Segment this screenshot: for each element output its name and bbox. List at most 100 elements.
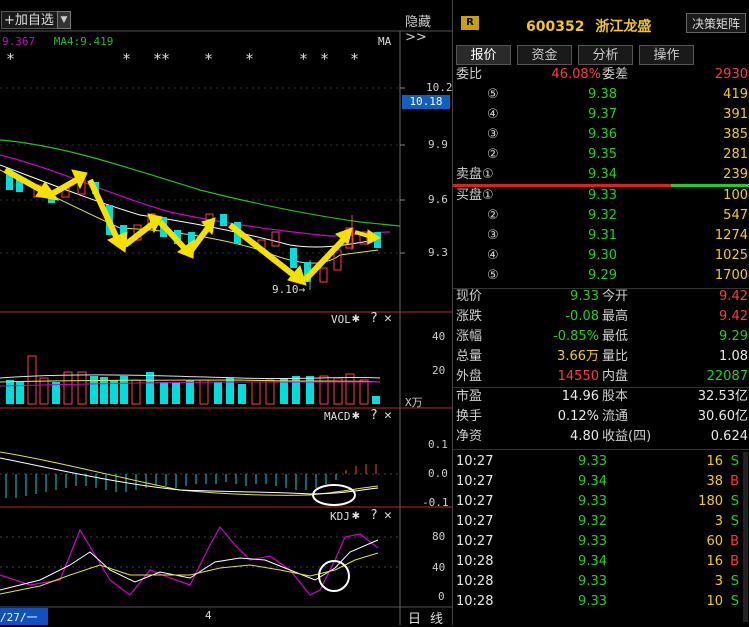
bid-row[interactable]: ② 9.32 547 xyxy=(453,206,749,226)
stat-label: 内盘 xyxy=(602,369,629,384)
order-ratio-row: 委比 46.08% 委差 2930 xyxy=(453,65,749,85)
ask-row[interactable]: ③ 9.36 385 xyxy=(453,125,749,145)
svg-text:*: * xyxy=(122,50,131,68)
price-tick: 9.6 xyxy=(428,193,448,206)
kdj-cross-marker xyxy=(318,560,350,592)
help-icon[interactable]: ? xyxy=(370,408,378,423)
svg-text:*: * xyxy=(204,50,213,68)
trade-side: S xyxy=(730,514,739,529)
bid-row[interactable]: ⑤ 9.29 1700 xyxy=(453,266,749,286)
ask-row[interactable]: ④ 9.37 391 xyxy=(453,105,749,125)
trade-side: B xyxy=(730,474,739,489)
trade-time: 10:28 xyxy=(456,594,494,609)
trade-price: 9.33 xyxy=(578,594,607,609)
close-icon[interactable]: ✕ xyxy=(384,408,392,423)
period-line-button[interactable]: 线 xyxy=(430,608,443,627)
bid-price: 9.29 xyxy=(588,268,617,283)
ask-price: 9.37 xyxy=(588,107,617,122)
stat-label: 现价 xyxy=(456,289,483,304)
price-tick: 9.9 xyxy=(428,138,448,151)
bid-level: 买盘① xyxy=(456,188,494,203)
stat-row: 涨幅 -0.85% 最低 9.29 xyxy=(453,327,749,347)
tab-operation[interactable]: 操作 xyxy=(639,45,694,65)
bid-volume: 100 xyxy=(723,188,748,203)
ask-price: 9.36 xyxy=(588,127,617,142)
ask-row[interactable]: 卖盘① 9.34 239 xyxy=(453,165,749,185)
ask-row[interactable]: ② 9.35 281 xyxy=(453,145,749,165)
trade-side: S xyxy=(730,494,739,509)
gear-icon[interactable]: ✱ xyxy=(352,408,360,423)
close-icon[interactable]: ✕ xyxy=(384,508,392,523)
bid-row[interactable]: ④ 9.30 1025 xyxy=(453,246,749,266)
trade-row: 10:28 9.34 16 B xyxy=(453,552,749,572)
fund-label: 收益(四) xyxy=(602,429,652,444)
trade-volume: 16 xyxy=(706,454,723,469)
period-day-button[interactable]: 日 xyxy=(408,608,421,627)
tab-quote[interactable]: 报价 xyxy=(456,45,511,65)
stat-value: 1.08 xyxy=(719,349,748,364)
ask-price: 9.38 xyxy=(588,87,617,102)
trade-row: 10:27 9.32 3 S xyxy=(453,512,749,532)
diff-value: 2930 xyxy=(714,67,748,82)
trade-row: 10:28 9.33 10 S xyxy=(453,592,749,612)
tab-analysis[interactable]: 分析 xyxy=(578,45,633,65)
kdj-title: KDJ xyxy=(330,510,350,523)
ratio-value: 46.08% xyxy=(551,67,601,82)
trade-time: 10:28 xyxy=(456,574,494,589)
help-icon[interactable]: ? xyxy=(370,311,378,326)
fund-label: 流通 xyxy=(602,409,629,424)
help-icon[interactable]: ? xyxy=(370,508,378,523)
trade-side: S xyxy=(730,594,739,609)
kline-chart-area[interactable]: +加自选 ▼ 隐藏>> * * * * * * * * * 9.367 MA4:… xyxy=(0,0,453,627)
bid-row[interactable]: ③ 9.31 1274 xyxy=(453,226,749,246)
low-price-label: 9.10→ xyxy=(272,283,306,296)
trade-price: 9.33 xyxy=(578,454,607,469)
trade-volume: 38 xyxy=(706,474,723,489)
trade-side: S xyxy=(730,574,739,589)
current-price-tag: 10.18 xyxy=(402,95,450,109)
ma-legend: 9.367 MA4:9.419 xyxy=(2,35,113,48)
diff-label: 委差 xyxy=(602,67,629,82)
trade-time: 10:27 xyxy=(456,534,494,549)
stat-label: 最高 xyxy=(602,309,629,324)
macd-tick: -0.1 xyxy=(422,496,449,509)
fund-label: 股本 xyxy=(602,389,629,404)
bid-price: 9.30 xyxy=(588,248,617,263)
fund-label: 市盈 xyxy=(456,389,483,404)
cursor-date: /27/一 xyxy=(0,611,38,624)
svg-text:*: * xyxy=(350,50,359,68)
bid-level: ② xyxy=(487,208,499,223)
r-badge: R xyxy=(461,16,479,30)
stat-value: 3.66万 xyxy=(557,349,599,364)
bid-price: 9.31 xyxy=(588,228,617,243)
bid-volume: 1274 xyxy=(714,228,748,243)
trade-time: 10:28 xyxy=(456,554,494,569)
trade-side: B xyxy=(730,534,739,549)
gear-icon[interactable]: ✱ xyxy=(352,508,360,523)
svg-text:*: * xyxy=(299,50,308,68)
trade-price: 9.33 xyxy=(578,534,607,549)
ask-row[interactable]: ⑤ 9.38 419 xyxy=(453,85,749,105)
trade-price: 9.33 xyxy=(578,574,607,589)
ask-level: 卖盘① xyxy=(456,167,494,182)
ask-level: ② xyxy=(487,147,499,162)
gear-icon[interactable]: ✱ xyxy=(352,311,360,326)
stat-value: 9.42 xyxy=(719,309,748,324)
bid-row[interactable]: 买盘① 9.33 100 xyxy=(453,186,749,206)
bid-level: ③ xyxy=(487,228,499,243)
decision-matrix-button[interactable]: 决策矩阵 xyxy=(686,13,746,33)
bid-level: ④ xyxy=(487,248,499,263)
fund-value: 14.96 xyxy=(561,389,599,404)
stat-label: 量比 xyxy=(602,349,629,364)
macd-tick: 0.0 xyxy=(428,467,448,480)
trade-price: 9.33 xyxy=(578,494,607,509)
close-icon[interactable]: ✕ xyxy=(384,311,392,326)
month-marker: 4 xyxy=(205,609,212,622)
ask-volume: 419 xyxy=(723,87,748,102)
tab-funds[interactable]: 资金 xyxy=(517,45,572,65)
stat-value: 9.29 xyxy=(719,329,748,344)
stat-value: 22087 xyxy=(706,369,748,384)
trade-volume: 3 xyxy=(714,514,723,529)
kdj-tick: 80 xyxy=(432,530,446,543)
stat-value: -0.85% xyxy=(553,329,599,344)
